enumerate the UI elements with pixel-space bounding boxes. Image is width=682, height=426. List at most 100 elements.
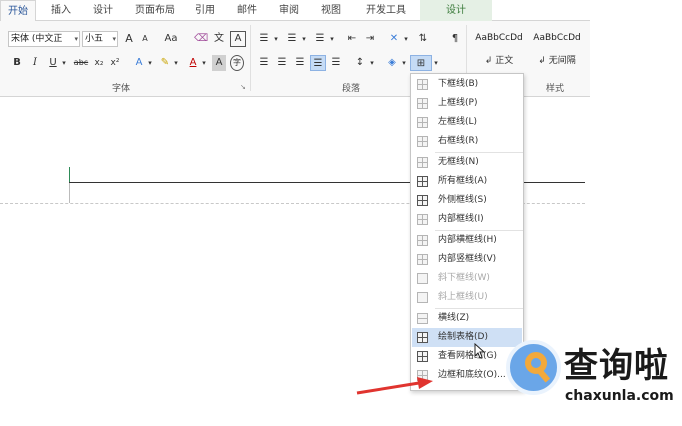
chevron-down-icon[interactable]: ▾ <box>146 55 154 71</box>
menu-item-horizontal-line[interactable]: 横线(Z) <box>412 309 522 328</box>
text-effects-button[interactable]: A <box>132 55 146 71</box>
menu-item-outside-borders[interactable]: 外侧框线(S) <box>412 191 522 210</box>
chevron-down-icon[interactable]: ▾ <box>368 55 376 71</box>
chevron-down-icon[interactable]: ▾ <box>328 31 336 47</box>
tab-page-layout[interactable]: 页面布局 <box>130 0 180 21</box>
tab-home[interactable]: 开始 <box>0 0 36 22</box>
chevron-down-icon[interactable]: ▾ <box>402 31 410 47</box>
chevron-down-icon[interactable]: ▾ <box>60 55 68 71</box>
highlight-icon[interactable]: ✎ <box>158 55 172 71</box>
tab-view[interactable]: 视图 <box>314 0 348 21</box>
horizontal-line-icon <box>417 313 428 324</box>
menu-item-right-border[interactable]: 右框线(R) <box>412 132 522 151</box>
char-shading-button[interactable]: A <box>212 55 226 71</box>
inside-vertical-border-icon <box>417 254 428 265</box>
diagonal-up-border-icon <box>417 292 428 303</box>
right-border-icon <box>417 136 428 147</box>
tab-references[interactable]: 引用 <box>188 0 222 21</box>
style-normal[interactable]: AaBbCcDd ↲ 正文 <box>470 27 528 73</box>
left-border-icon <box>417 117 428 128</box>
line-spacing-icon[interactable]: ↕ <box>352 55 368 71</box>
decrease-indent-icon[interactable]: ⇤ <box>344 31 360 47</box>
bottom-border-icon <box>417 79 428 90</box>
view-gridlines-icon <box>417 351 428 362</box>
multilevel-list-icon[interactable]: ☰ <box>312 31 328 47</box>
subscript-button[interactable]: x₂ <box>92 55 106 71</box>
borders-dropdown-menu: 下框线(B) 上框线(P) 左框线(L) 右框线(R) 无框线(N) 所有框线(… <box>410 73 524 391</box>
chevron-down-icon[interactable]: ▾ <box>272 31 280 47</box>
bullets-icon[interactable]: ☰ <box>256 31 272 47</box>
menu-item-diagonal-up-border: 斜上框线(U) <box>412 288 522 307</box>
superscript-button[interactable]: x² <box>108 55 122 71</box>
menu-item-draw-table[interactable]: 绘制表格(D) <box>412 328 522 347</box>
bold-button[interactable]: B <box>10 55 24 71</box>
chevron-down-icon: ▾ <box>74 35 78 43</box>
show-marks-icon[interactable]: ¶ <box>448 31 462 47</box>
strikethrough-button[interactable]: abc <box>72 55 90 71</box>
tab-insert[interactable]: 插入 <box>44 0 78 21</box>
shrink-font-button[interactable]: A <box>138 31 152 47</box>
watermark-domain: chaxunla.com <box>565 388 674 404</box>
enclose-char-button[interactable]: 字 <box>230 55 244 71</box>
increase-indent-icon[interactable]: ⇥ <box>362 31 378 47</box>
borders-button[interactable]: ⊞ <box>410 55 432 71</box>
group-separator <box>250 25 251 91</box>
shading-icon[interactable]: ◈ <box>384 55 400 71</box>
char-border-icon[interactable]: A <box>230 31 246 47</box>
diagonal-down-border-icon <box>417 273 428 284</box>
tab-mailings[interactable]: 邮件 <box>230 0 264 21</box>
chinese-layout-icon[interactable]: ✕ <box>386 31 402 47</box>
align-center-icon[interactable]: ☰ <box>274 55 290 71</box>
menu-item-inside-vertical-border[interactable]: 内部竖框线(V) <box>412 250 522 269</box>
justify-icon[interactable]: ☰ <box>310 55 326 71</box>
draw-table-icon <box>417 332 428 343</box>
distributed-icon[interactable]: ☰ <box>328 55 344 71</box>
tab-review[interactable]: 审阅 <box>272 0 306 21</box>
watermark-text: 查询啦 <box>564 346 669 386</box>
underline-button[interactable]: U <box>46 55 60 71</box>
menu-item-no-border[interactable]: 无框线(N) <box>412 153 522 172</box>
tab-design[interactable]: 设计 <box>86 0 120 21</box>
tab-table-design[interactable]: 设计 <box>420 0 492 21</box>
menu-item-top-border[interactable]: 上框线(P) <box>412 94 522 113</box>
watermark-q-tail <box>537 369 551 383</box>
style-sample: AaBbCcDd <box>533 33 581 43</box>
chevron-down-icon[interactable]: ▾ <box>200 55 208 71</box>
inside-horizontal-border-icon <box>417 235 428 246</box>
change-case-button[interactable]: Aa <box>160 31 182 47</box>
menu-item-bottom-border[interactable]: 下框线(B) <box>412 75 522 94</box>
tab-developer[interactable]: 开发工具 <box>358 0 414 21</box>
no-border-icon <box>417 157 428 168</box>
font-dialog-launcher-icon[interactable]: ↘ <box>240 83 246 91</box>
style-name: ↲ 正文 <box>484 56 514 66</box>
font-size-value: 小五 <box>85 34 104 44</box>
chevron-down-icon[interactable]: ▾ <box>400 55 408 71</box>
menu-item-inside-borders[interactable]: 内部框线(I) <box>412 210 522 229</box>
table-border-left <box>69 183 70 203</box>
align-right-icon[interactable]: ☰ <box>292 55 308 71</box>
outside-borders-icon <box>417 195 428 206</box>
paragraph-group-label: 段落 <box>342 84 361 94</box>
chevron-down-icon[interactable]: ▾ <box>172 55 180 71</box>
phonetic-guide-icon[interactable]: 文 <box>212 31 226 47</box>
font-name-select[interactable]: 宋体 (中文正 ▾ <box>8 31 80 47</box>
italic-button[interactable]: I <box>28 55 42 71</box>
numbering-icon[interactable]: ☰ <box>284 31 300 47</box>
menu-item-left-border[interactable]: 左框线(L) <box>412 113 522 132</box>
clear-format-icon[interactable]: ⌫ <box>194 31 208 47</box>
grow-font-button[interactable]: A <box>122 31 136 47</box>
watermark-logo-icon <box>506 340 561 395</box>
chevron-down-icon[interactable]: ▾ <box>300 31 308 47</box>
font-group-label: 字体 <box>112 84 131 94</box>
align-left-icon[interactable]: ☰ <box>256 55 272 71</box>
menu-item-all-borders[interactable]: 所有框线(A) <box>412 172 522 191</box>
style-sample: AaBbCcDd <box>475 33 523 43</box>
styles-group-label: 样式 <box>546 84 565 94</box>
font-name-value: 宋体 (中文正 <box>11 34 63 44</box>
chevron-down-icon[interactable]: ▾ <box>432 55 440 71</box>
menu-item-inside-horizontal-border[interactable]: 内部横框线(H) <box>412 231 522 250</box>
font-size-select[interactable]: 小五 ▾ <box>82 31 118 47</box>
font-color-button[interactable]: A <box>186 55 200 71</box>
style-no-spacing[interactable]: AaBbCcDd ↲ 无间隔 <box>528 27 586 73</box>
sort-icon[interactable]: ⇅ <box>416 31 430 47</box>
